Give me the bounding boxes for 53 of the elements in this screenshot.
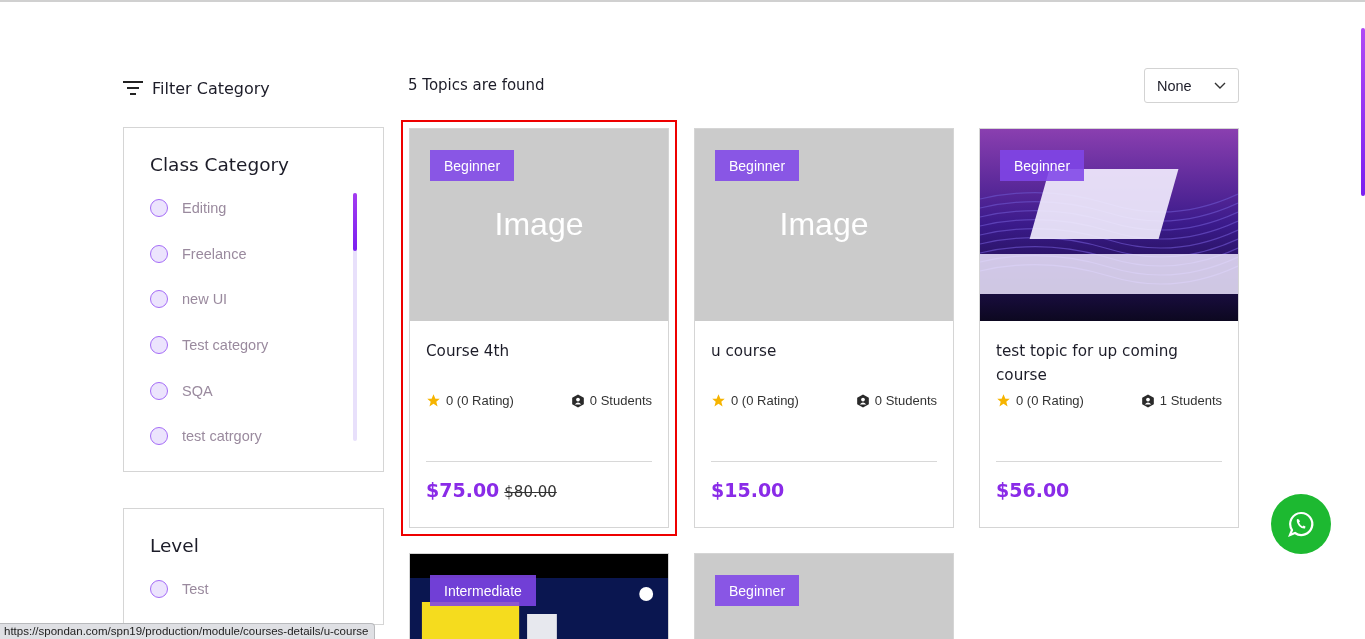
status-url: https://spondan.com/spn19/production/module/courses-details/u-course (0, 623, 376, 639)
course-card[interactable]: Beginner test topic for up coming course 0 (0 Rating) 1 Students $56.00 (979, 128, 1239, 528)
price: $75.00 (426, 479, 500, 501)
radio-button[interactable] (150, 381, 168, 400)
students-count: 0 Students (874, 393, 937, 408)
students-count: 1 Students (1159, 393, 1222, 408)
radio-button[interactable] (150, 198, 168, 217)
course-title[interactable]: Course 4th (426, 339, 652, 387)
level-badge: Intermediate (430, 575, 536, 606)
level-badge: Beginner (1000, 150, 1085, 181)
radio-button[interactable] (150, 290, 168, 309)
radio-button[interactable] (150, 335, 168, 354)
star-icon (996, 393, 1011, 408)
rating-text: 0 (0 Rating) (1016, 393, 1084, 408)
star-icon (426, 393, 441, 408)
chat-bubble-icon (1287, 510, 1315, 538)
level-badge: Beginner (430, 150, 515, 181)
level-badge: Beginner (715, 575, 800, 606)
scrollbar-thumb[interactable] (353, 193, 357, 251)
course-card[interactable]: Intermediate (409, 553, 669, 639)
course-title[interactable]: u course (711, 339, 937, 387)
rating-text: 0 (0 Rating) (446, 393, 514, 408)
option-label[interactable]: Test category (182, 336, 269, 353)
user-icon (855, 393, 870, 408)
option-label[interactable]: test catrgory (182, 428, 262, 445)
price: $15.00 (711, 479, 785, 501)
radio-button[interactable] (150, 244, 168, 263)
option-label[interactable]: SQA (182, 382, 213, 399)
results-count: 5 Topics are found (408, 75, 545, 94)
course-card[interactable]: Beginner (694, 553, 954, 639)
course-title[interactable]: test topic for up coming course (996, 339, 1222, 387)
radio-button[interactable] (150, 579, 168, 598)
rating-text: 0 (0 Rating) (731, 393, 799, 408)
option-label[interactable]: Test (182, 580, 209, 597)
page-scrollbar-thumb[interactable] (1361, 28, 1365, 196)
sort-select[interactable]: None (1144, 68, 1239, 103)
filter-heading: Filter Category (152, 78, 270, 98)
old-price: $80.00 (504, 483, 557, 501)
user-icon (1140, 393, 1155, 408)
filter-group-title: Class Category (150, 154, 291, 175)
star-icon (711, 393, 726, 408)
students-count: 0 Students (589, 393, 652, 408)
filter-group-title: Level (150, 535, 200, 557)
filter-icon (123, 81, 143, 95)
price: $56.00 (996, 479, 1070, 501)
option-label[interactable]: Freelance (182, 245, 247, 262)
level-badge: Beginner (715, 150, 800, 181)
chevron-down-icon (1214, 81, 1226, 90)
radio-button[interactable] (150, 427, 168, 446)
chat-button[interactable] (1271, 494, 1331, 554)
option-label[interactable]: new UI (182, 291, 228, 308)
user-icon (570, 393, 585, 408)
option-label[interactable]: Editing (182, 199, 227, 216)
